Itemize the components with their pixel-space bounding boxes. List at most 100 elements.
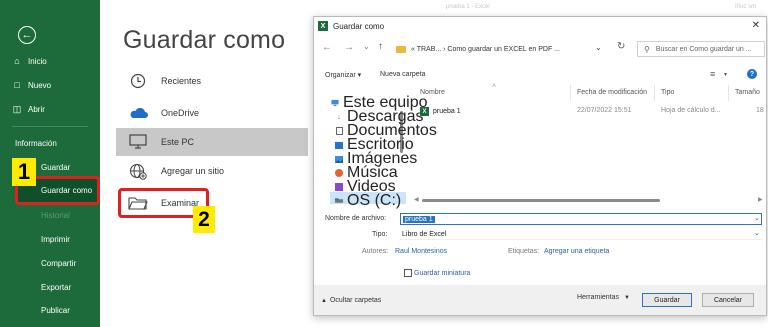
location-onedrive[interactable]: OneDrive xyxy=(127,104,199,122)
folder-icon xyxy=(396,46,406,53)
nav-abrir[interactable]: ◫ Abrir xyxy=(12,104,45,114)
step-badge-1: 1 xyxy=(12,158,36,186)
folder-icon xyxy=(127,194,149,212)
address-path[interactable]: « TRAB... › Como guardar un EXCEL en PDF… xyxy=(396,42,610,57)
nav-imprimir[interactable]: Imprimir xyxy=(41,235,70,244)
dialog-title: Guardar como xyxy=(333,21,385,31)
filename-input[interactable]: prueba 1 xyxy=(400,213,762,225)
recent-dropdown-icon[interactable]: ⌄ xyxy=(363,42,370,51)
tree-item-os-c[interactable]: OS (C:) xyxy=(335,192,401,210)
view-options-icon[interactable]: ≡ xyxy=(710,69,715,79)
dropdown-arrow-icon: ▼ xyxy=(624,294,630,301)
window-user: Iñuc sm xyxy=(735,4,757,10)
open-folder-icon: ◫ xyxy=(12,103,22,114)
hide-folders-toggle[interactable]: ▲ Ocultar carpetas xyxy=(321,297,381,304)
location-agregar-sitio[interactable]: Agregar un sitio xyxy=(127,162,224,180)
thumbnail-label: Guardar miniatura xyxy=(414,269,471,277)
file-name: prueba 1 xyxy=(433,108,461,115)
location-recientes[interactable]: Recientes xyxy=(127,72,201,90)
new-folder-button[interactable]: Nueva carpeta xyxy=(380,71,426,78)
column-divider[interactable] xyxy=(728,85,729,101)
nav-label: Abrir xyxy=(28,104,45,114)
location-este-pc[interactable]: Este PC xyxy=(127,133,194,151)
scroll-right-icon[interactable]: ▶ xyxy=(758,196,763,203)
column-header-tipo[interactable]: Tipo xyxy=(661,89,674,96)
dialog-titlebar: X Guardar como xyxy=(314,17,766,35)
nav-exportar[interactable]: Exportar xyxy=(41,283,71,292)
authors-value[interactable]: Raul Montesinos xyxy=(395,248,447,255)
file-list-scrollbar[interactable] xyxy=(422,199,660,202)
search-input[interactable]: ⚲ Buscar en Como guardar un ... xyxy=(637,41,765,57)
page-title: Guardar como xyxy=(123,26,286,54)
new-document-icon: □ xyxy=(14,80,20,90)
cancel-button[interactable]: Cancelar xyxy=(702,293,754,307)
nav-publicar[interactable]: Publicar xyxy=(41,306,70,315)
nav-inicio[interactable]: ⌂ Inicio xyxy=(12,56,46,66)
location-label: Recientes xyxy=(161,76,202,86)
column-header-nombre[interactable]: Nombre xyxy=(420,89,445,96)
thumbnail-checkbox[interactable] xyxy=(404,269,412,277)
location-label: Agregar un sitio xyxy=(161,166,225,176)
nav-divider xyxy=(12,126,88,127)
computer-icon xyxy=(331,99,339,107)
window-title: prueba 1 - Excel xyxy=(446,4,490,10)
location-examinar[interactable]: Examinar xyxy=(127,194,199,212)
forward-nav-icon[interactable]: → xyxy=(344,42,354,53)
nav-guardar[interactable]: Guardar xyxy=(41,163,70,172)
drive-icon xyxy=(335,197,343,205)
help-icon[interactable]: ? xyxy=(747,69,757,79)
authors-label: Autores: xyxy=(362,248,389,255)
column-divider[interactable] xyxy=(654,85,655,101)
chevron-down-icon[interactable]: ⌄ xyxy=(754,214,760,222)
tools-menu[interactable]: Herramientas ▼ xyxy=(577,294,630,301)
nav-guardar-como[interactable]: Guardar como xyxy=(41,186,92,195)
step-badge-2: 2 xyxy=(193,206,215,233)
clock-icon xyxy=(127,72,149,90)
hide-folders-label: Ocultar carpetas xyxy=(329,297,382,304)
type-label: Tipo: xyxy=(372,231,388,238)
address-bar-row: ← → ⌄ ↑ « TRAB... › Como guardar un EXCE… xyxy=(314,37,766,61)
nav-historial[interactable]: Historial xyxy=(41,211,70,220)
computer-icon xyxy=(127,133,149,151)
home-icon: ⌂ xyxy=(14,56,20,66)
file-type: Hoja de cálculo d... xyxy=(661,107,721,114)
up-folder-icon[interactable]: ↑ xyxy=(378,41,383,52)
refresh-icon[interactable]: ↻ xyxy=(617,41,625,52)
location-label: Este PC xyxy=(161,137,195,147)
type-value: Libro de Excel xyxy=(402,230,447,238)
filename-label: Nombre de archivo: xyxy=(325,215,387,222)
search-placeholder: Buscar en Como guardar un ... xyxy=(655,45,752,53)
images-icon xyxy=(335,155,343,163)
filename-value: prueba 1 xyxy=(403,215,435,223)
nav-informacion[interactable]: Información xyxy=(15,139,57,148)
organize-menu[interactable]: Organizar ▾ xyxy=(325,71,361,79)
back-nav-icon[interactable]: ← xyxy=(322,42,332,53)
view-dropdown-icon[interactable]: ▾ xyxy=(724,71,727,78)
excel-app-icon: X xyxy=(318,21,328,31)
file-size: 18 xyxy=(756,107,764,114)
close-icon[interactable]: ✕ xyxy=(752,20,760,31)
thumbnail-option[interactable]: Guardar miniatura xyxy=(404,269,470,277)
back-arrow-icon[interactable]: ← xyxy=(18,26,36,44)
column-header-fecha[interactable]: Fecha de modificación xyxy=(577,89,647,96)
chevron-down-icon[interactable]: ⌄ xyxy=(595,43,602,52)
location-label: OneDrive xyxy=(161,108,200,118)
sort-chevron-icon: ˄ xyxy=(492,83,497,90)
column-divider[interactable] xyxy=(570,85,571,101)
type-select[interactable]: Libro de Excel xyxy=(400,229,762,240)
music-icon xyxy=(335,169,343,177)
search-icon: ⚲ xyxy=(644,44,650,54)
nav-compartir[interactable]: Compartir xyxy=(41,259,76,268)
file-modified: 22/07/2022 15:51 xyxy=(577,107,632,114)
add-tag-link[interactable]: Agregar una etiqueta xyxy=(544,248,609,255)
desktop-icon xyxy=(335,141,343,149)
dialog-toolbar: Organizar ▾ Nueva carpeta ≡ ▾ ? xyxy=(314,67,766,83)
videos-icon xyxy=(335,183,343,191)
globe-plus-icon xyxy=(127,162,149,180)
save-button[interactable]: Guardar xyxy=(642,293,692,307)
nav-nuevo[interactable]: □ Nuevo xyxy=(12,80,51,90)
onedrive-cloud-icon xyxy=(127,104,149,122)
column-header-tamano[interactable]: Tamaño xyxy=(735,89,760,96)
scroll-left-icon[interactable]: ◀ xyxy=(414,196,419,203)
chevron-down-icon[interactable]: ⌄ xyxy=(754,229,760,237)
